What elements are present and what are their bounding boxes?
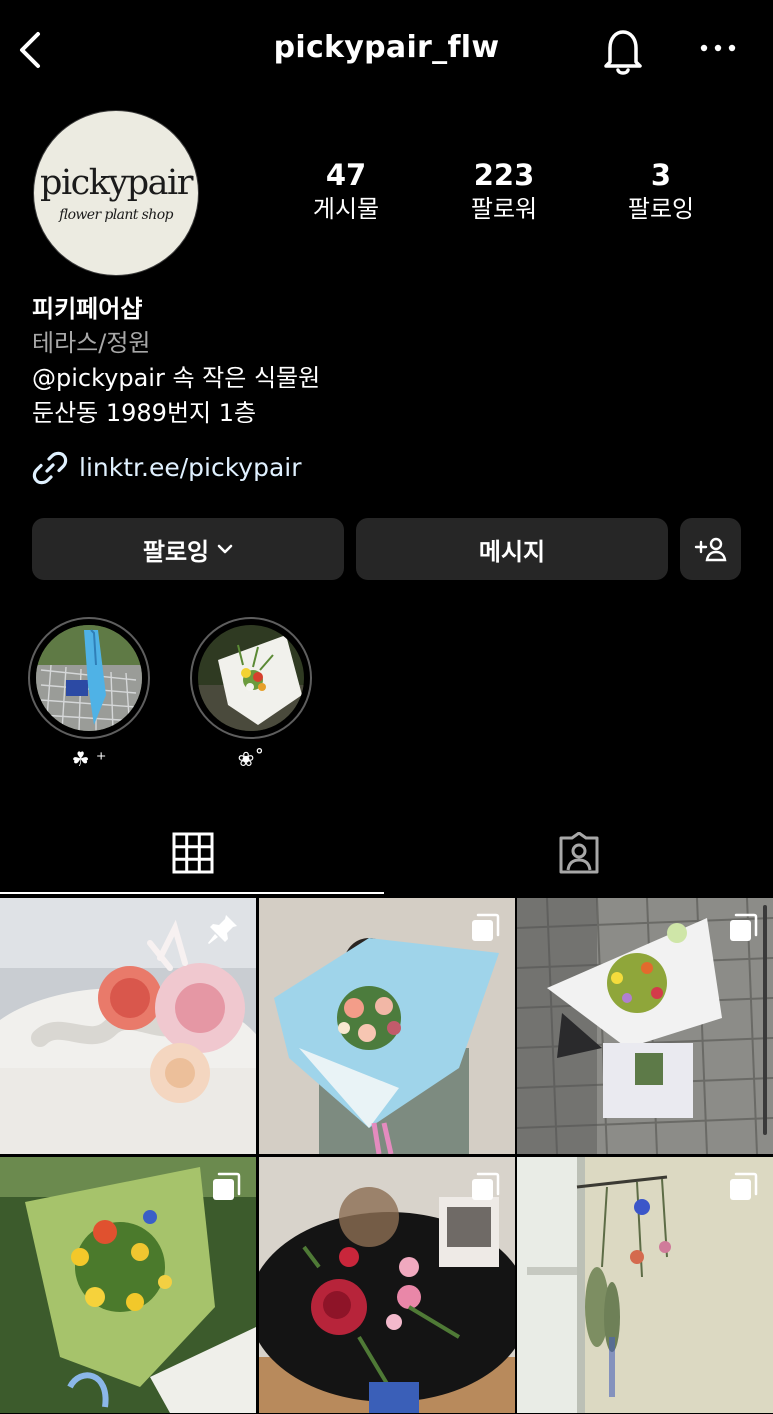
followers-count[interactable]: 223 팔로워	[424, 158, 584, 226]
bio-line: 둔산동 1989번지 1층	[32, 399, 257, 427]
pin-icon	[206, 912, 240, 946]
post-thumbnail[interactable]	[0, 898, 256, 1154]
carousel-icon	[727, 912, 759, 944]
suggest-people-button[interactable]	[680, 518, 741, 580]
stat-value: 3	[650, 158, 672, 192]
carousel-icon	[210, 1171, 242, 1203]
more-options-icon[interactable]	[698, 36, 738, 60]
posts-count[interactable]: 47 게시물	[266, 158, 426, 226]
highlight-item[interactable]: ☘︎ ⁺	[28, 617, 150, 771]
carousel-icon	[469, 912, 501, 944]
grid-tab-icon[interactable]	[172, 832, 214, 874]
post-thumbnail[interactable]	[259, 1157, 515, 1413]
scrollbar[interactable]	[763, 905, 767, 1135]
bio-line: @pickypair 속 작은 식물원	[32, 364, 321, 392]
stat-label: 게시물	[312, 195, 380, 223]
highlight-label: ☘︎ ⁺	[71, 747, 107, 771]
profile-name: 피키페어샵	[32, 295, 143, 323]
post-thumbnail[interactable]	[517, 1157, 773, 1413]
highlight-cover-image	[198, 625, 304, 731]
highlight-label: ❀˚	[237, 747, 265, 771]
stat-label: 팔로잉	[627, 195, 695, 223]
post-thumbnail[interactable]	[517, 898, 773, 1154]
carousel-icon	[469, 1171, 501, 1203]
stat-value: 223	[473, 158, 535, 192]
chevron-down-icon	[217, 543, 233, 555]
following-button-label: 팔로잉	[142, 537, 210, 566]
carousel-icon	[727, 1171, 759, 1203]
avatar-logo-text: pickypair	[40, 163, 193, 203]
highlight-cover-image	[36, 625, 142, 731]
profile-category: 테라스/정원	[32, 329, 151, 357]
highlight-ring	[28, 617, 150, 739]
bell-icon[interactable]	[598, 24, 648, 76]
profile-link[interactable]: linktr.ee/pickypair	[79, 452, 302, 484]
stat-value: 47	[325, 158, 367, 192]
stat-label: 팔로워	[470, 195, 538, 223]
avatar[interactable]: pickypair flower plant shop	[33, 110, 199, 276]
following-count[interactable]: 3 팔로잉	[581, 158, 741, 226]
post-thumbnail[interactable]	[259, 898, 515, 1154]
add-person-icon	[694, 535, 728, 563]
avatar-logo-subtext: flower plant shop	[59, 207, 173, 223]
following-button[interactable]: 팔로잉	[32, 518, 344, 580]
message-button-label: 메시지	[478, 537, 546, 566]
link-icon	[32, 450, 68, 486]
post-thumbnail[interactable]	[0, 1157, 256, 1413]
profile-username: pickypair_flw	[273, 30, 500, 65]
active-tab-indicator	[0, 892, 384, 894]
tagged-tab-icon[interactable]	[557, 831, 601, 874]
highlight-ring	[190, 617, 312, 739]
message-button[interactable]: 메시지	[356, 518, 668, 580]
highlight-item[interactable]: ❀˚	[190, 617, 312, 771]
